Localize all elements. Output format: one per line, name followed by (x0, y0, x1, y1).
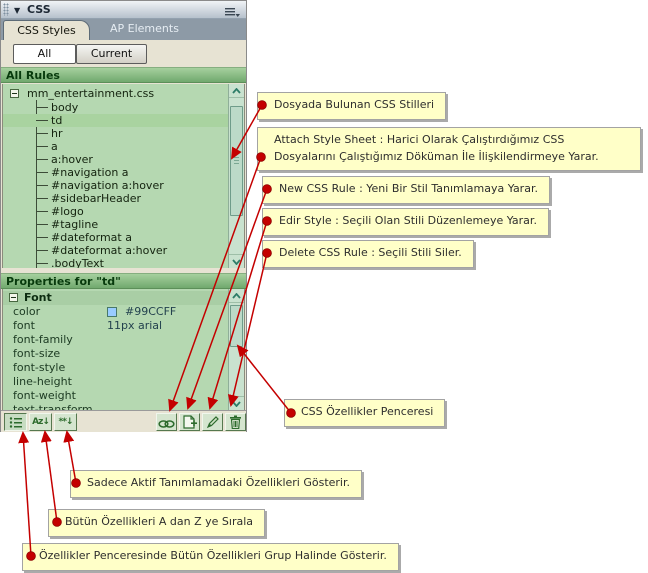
callout-new-css-rule: New CSS Rule : Yeni Bir Stil Tanımlamaya… (262, 176, 550, 204)
callout-attach-style-sheet: Attach Style Sheet : Harici Olarak Çalış… (257, 127, 641, 171)
rule-item-dateformat-a-hover[interactable]: #dateformat a:hover (3, 244, 244, 257)
css-panel: ▼ CSS CSS Styles AP Elements All Current… (0, 0, 247, 432)
rule-item-sidebarheader[interactable]: #sidebarHeader (3, 192, 244, 205)
tab-css-styles[interactable]: CSS Styles (3, 20, 90, 40)
collapse-minus-icon[interactable] (9, 293, 18, 302)
stylesheet-root-row[interactable]: mm_entertainment.css (3, 87, 244, 100)
panel-tabbar: CSS Styles AP Elements (1, 19, 246, 40)
scrollbar-thumb[interactable] (230, 106, 243, 216)
rule-item-navigation-a[interactable]: #navigation a (3, 166, 244, 179)
current-button[interactable]: Current (76, 44, 147, 64)
color-swatch[interactable] (107, 307, 117, 317)
callout-show-only-set: Sadece Aktif Tanımlamadaki Özellikleri G… (70, 470, 362, 498)
properties-header: Properties for "td" (1, 273, 246, 289)
property-row-color[interactable]: color #99CCFF (3, 305, 231, 319)
rules-scrollbar[interactable] (228, 84, 244, 268)
rule-item-a[interactable]: a (3, 140, 244, 153)
show-category-view-icon[interactable] (4, 413, 27, 431)
callout-all-rules: Dosyada Bulunan CSS Stilleri (257, 92, 446, 120)
show-only-set-properties-icon[interactable]: **↓ (54, 413, 77, 431)
scroll-up-icon[interactable] (229, 289, 244, 303)
rule-item-logo[interactable]: #logo (3, 205, 244, 218)
rule-item-hr[interactable]: hr (3, 127, 244, 140)
annotated-screenshot: ▼ CSS CSS Styles AP Elements All Current… (0, 0, 648, 573)
scroll-down-icon[interactable] (229, 254, 244, 268)
rule-item-dateformat-a[interactable]: #dateformat a (3, 231, 244, 244)
property-row-font-size[interactable]: font-size (3, 347, 231, 361)
callout-delete-css-rule: Delete CSS Rule : Seçili Stili Siler. (262, 240, 474, 268)
panel-title: CSS (27, 3, 51, 16)
properties-grid: Font color #99CCFF font 11px arial font-… (2, 289, 245, 410)
stylesheet-name: mm_entertainment.css (27, 87, 154, 100)
callout-properties-pane: CSS Özellikler Penceresi (284, 399, 445, 427)
property-row-font-weight[interactable]: font-weight (3, 389, 231, 403)
attach-style-sheet-icon[interactable] (156, 413, 177, 431)
panel-options-menu-icon[interactable] (223, 4, 241, 17)
scroll-up-icon[interactable] (229, 84, 244, 98)
all-rules-header: All Rules (1, 67, 246, 83)
property-row-text-transform[interactable]: text-transform (3, 403, 231, 410)
rule-item-tagline[interactable]: #tagline (3, 218, 244, 231)
all-button[interactable]: All (13, 44, 76, 64)
callout-edit-style: Edir Style : Seçili Olan Stili Düzenleme… (262, 208, 549, 236)
panel-gripper[interactable] (3, 3, 9, 16)
tab-ap-elements[interactable]: AP Elements (110, 22, 179, 35)
new-css-rule-icon[interactable] (179, 413, 200, 431)
collapse-triangle-icon[interactable]: ▼ (14, 6, 20, 15)
show-list-view-icon[interactable]: Az↓ (29, 413, 52, 431)
edit-style-icon[interactable] (202, 413, 223, 431)
panel-titlebar[interactable]: ▼ CSS (1, 1, 246, 19)
properties-scrollbar[interactable] (228, 289, 244, 410)
rule-item-body[interactable]: body (3, 101, 244, 114)
callout-category-view: Özellikler Penceresinde Bütün Özellikler… (22, 543, 399, 571)
rule-item-a-hover[interactable]: a:hover (3, 153, 244, 166)
scrollbar-thumb[interactable] (230, 305, 243, 347)
delete-css-rule-icon[interactable] (225, 413, 246, 431)
property-row-font-style[interactable]: font-style (3, 361, 231, 375)
property-row-line-height[interactable]: line-height (3, 375, 231, 389)
rule-item-td-selected[interactable]: td (3, 114, 231, 127)
callout-sort-az: Bütün Özellikleri A dan Z ye Sırala (48, 509, 265, 537)
property-row-font-family[interactable]: font-family (3, 333, 231, 347)
panel-toolbar: Az↓ **↓ (1, 410, 246, 432)
css-rules-tree: mm_entertainment.css body td hr a a:hove… (2, 84, 245, 268)
rule-item-navigation-a-hover[interactable]: #navigation a:hover (3, 179, 244, 192)
view-button-row: All Current (1, 40, 246, 67)
scroll-down-icon[interactable] (229, 396, 244, 410)
rule-item-bodytext[interactable]: .bodyText (3, 257, 244, 268)
collapse-minus-icon[interactable] (10, 89, 19, 98)
font-group-row[interactable]: Font (3, 291, 231, 305)
property-row-font[interactable]: font 11px arial (3, 319, 231, 333)
